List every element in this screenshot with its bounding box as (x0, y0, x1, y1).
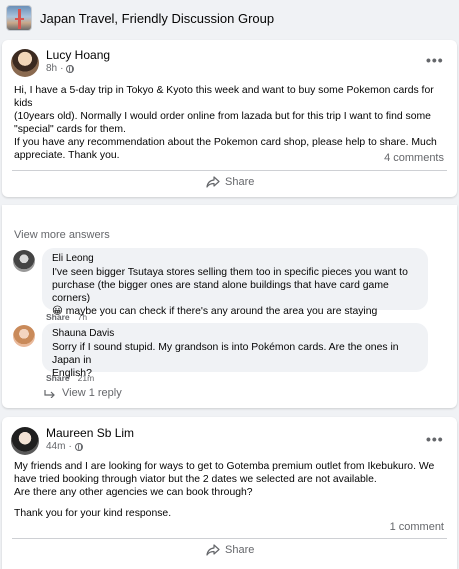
more-options-icon[interactable]: ••• (426, 432, 444, 446)
comment-count[interactable]: 4 comments (384, 152, 444, 164)
share-icon (206, 544, 220, 556)
post-time[interactable]: 8h (46, 63, 57, 74)
comment-text: I've seen bigger Tsutaya stores selling … (52, 266, 418, 318)
comment-author[interactable]: Shauna Davis (52, 328, 418, 339)
more-options-icon[interactable]: ••• (426, 53, 444, 67)
comment-time[interactable]: 21m (78, 373, 95, 383)
post-time[interactable]: 44m (46, 441, 65, 452)
comment-line: Sorry if I sound stupid. My grandson is … (52, 342, 399, 366)
avatar[interactable] (13, 250, 35, 272)
view-more-answers-link[interactable]: View more answers (14, 229, 110, 241)
view-replies-label: View 1 reply (62, 387, 122, 399)
comment-meta: Share 7h (46, 312, 87, 322)
comment-bubble: Shauna Davis Sorry if I sound stupid. My… (42, 323, 428, 379)
separator-dot: · (60, 63, 64, 74)
post-author[interactable]: Maureen Sb Lim (46, 426, 134, 440)
group-title[interactable]: Japan Travel, Friendly Discussion Group (40, 11, 274, 26)
post-line: Thank you for your kind response. (14, 508, 172, 519)
avatar[interactable] (11, 427, 39, 455)
post-line: Are there any other agencies we can book… (14, 487, 253, 498)
post-meta: 44m · (46, 441, 83, 452)
post-card: Lucy Hoang 8h · ••• Hi, I have a 5-day t… (2, 40, 457, 197)
share-label: Share (225, 176, 255, 188)
divider (12, 170, 447, 171)
avatar[interactable] (11, 49, 39, 77)
comment-time[interactable]: 7h (78, 312, 87, 322)
post-line: If you have any recommendation about the… (14, 137, 437, 148)
post-body: Hi, I have a 5-day trip in Tokyo & Kyoto… (14, 84, 450, 162)
comment-line: I've seen bigger Tsutaya stores selling … (52, 267, 408, 278)
share-label: Share (225, 544, 255, 556)
post-line: (10years old). Normally I would order on… (14, 111, 431, 122)
post-line: Hi, I have a 5-day trip in Tokyo & Kyoto… (14, 85, 434, 109)
divider (12, 538, 447, 539)
comment-line: English? (52, 368, 92, 379)
comment-count[interactable]: 1 comment (390, 521, 444, 533)
comment-share-link[interactable]: Share (46, 312, 70, 322)
globe-icon (66, 64, 75, 73)
comment-text: Sorry if I sound stupid. My grandson is … (52, 341, 418, 380)
comment-author[interactable]: Eli Leong (52, 253, 418, 264)
post-author[interactable]: Lucy Hoang (46, 48, 110, 62)
tower-crossbar-graphic (15, 18, 24, 20)
post-line: My friends and I are looking for ways to… (14, 461, 435, 472)
reply-arrow-icon (44, 389, 56, 399)
globe-icon (74, 442, 83, 451)
share-icon (206, 176, 220, 188)
comment-share-link[interactable]: Share (46, 373, 70, 383)
share-button[interactable]: Share (206, 544, 254, 556)
post-card: Maureen Sb Lim 44m · ••• My friends and … (2, 417, 457, 569)
separator-dot: · (68, 441, 72, 452)
comment-meta: Share 21m (46, 373, 94, 383)
comment-line: purchase (the bigger ones are stand alon… (52, 280, 389, 304)
view-replies-link[interactable]: View 1 reply (44, 387, 122, 399)
post-body: My friends and I are looking for ways to… (14, 460, 450, 520)
group-thumbnail[interactable] (6, 5, 32, 31)
share-button[interactable]: Share (206, 176, 254, 188)
post-line: "special" cards for them. (14, 124, 126, 135)
post-meta: 8h · (46, 63, 75, 74)
answers-section: View more answers Eli Leong I've seen bi… (2, 205, 457, 408)
group-header[interactable]: Japan Travel, Friendly Discussion Group (0, 0, 459, 36)
comment-bubble: Eli Leong I've seen bigger Tsutaya store… (42, 248, 428, 317)
avatar[interactable] (13, 325, 35, 347)
post-line: have tried booking through viator but th… (14, 474, 377, 485)
comment-line: 😀 maybe you can check if there's any aro… (52, 306, 378, 317)
